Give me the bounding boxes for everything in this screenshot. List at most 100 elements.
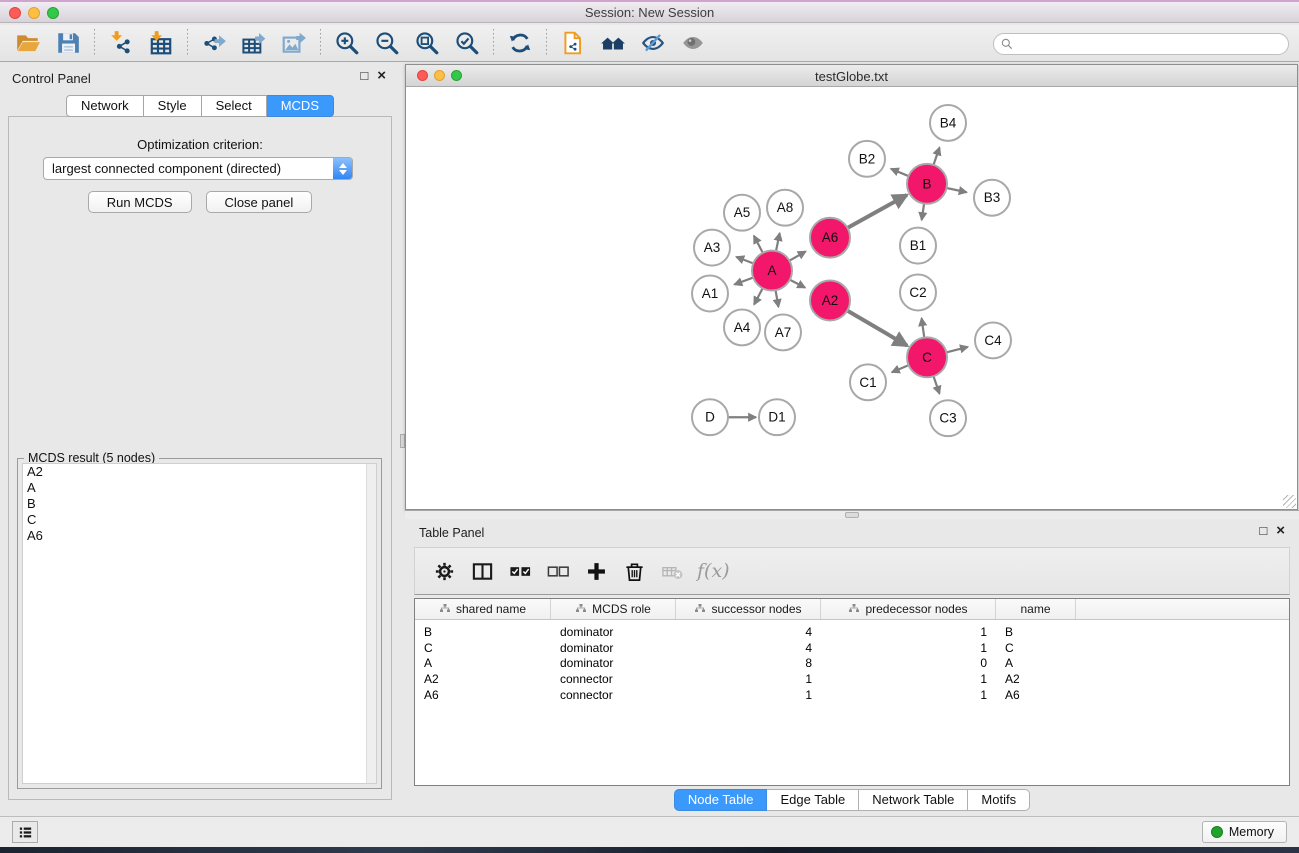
graph-node-D[interactable]: D bbox=[692, 399, 728, 435]
graph-node-D1[interactable]: D1 bbox=[759, 399, 795, 435]
function-builder-button[interactable]: f(x) bbox=[697, 560, 730, 582]
network-canvas[interactable]: B4 B2 B B3 B1 A5A8A6 A3 A A1 C2 A2 A4A7 C4 C C1 C3 D D1 bbox=[406, 88, 1297, 509]
table-row[interactable]: Bdominator41B bbox=[415, 624, 1289, 640]
graph-node-C3[interactable]: C3 bbox=[930, 400, 966, 436]
table-cell[interactable]: connector bbox=[551, 688, 676, 702]
tab-edge-table[interactable]: Edge Table bbox=[767, 789, 859, 811]
graph-node-C[interactable]: C bbox=[907, 337, 947, 377]
column-header-successor-nodes[interactable]: successor nodes bbox=[676, 599, 821, 619]
close-panel-icon[interactable]: × bbox=[1276, 524, 1285, 538]
split-columns-button[interactable] bbox=[463, 553, 501, 589]
save-session-button[interactable] bbox=[48, 27, 88, 59]
close-panel-button[interactable]: Close panel bbox=[206, 191, 313, 213]
table-cell[interactable]: 1 bbox=[676, 688, 821, 702]
table-cell[interactable]: 1 bbox=[821, 672, 996, 686]
table-cell[interactable]: A bbox=[415, 656, 551, 670]
graph-node-C4[interactable]: C4 bbox=[975, 322, 1011, 358]
import-table-button[interactable] bbox=[141, 27, 181, 59]
table-cell[interactable]: A bbox=[996, 656, 1076, 670]
tab-mcds[interactable]: MCDS bbox=[267, 95, 334, 117]
gear-button[interactable] bbox=[425, 553, 463, 589]
column-header-MCDS-role[interactable]: MCDS role bbox=[551, 599, 676, 619]
table-row[interactable]: Cdominator41C bbox=[415, 640, 1289, 656]
graph-node-B1[interactable]: B1 bbox=[900, 228, 936, 264]
hide-details-button[interactable] bbox=[633, 27, 673, 59]
table-cell[interactable]: dominator bbox=[551, 656, 676, 670]
graph-node-B4[interactable]: B4 bbox=[930, 105, 966, 141]
table-cell[interactable]: 4 bbox=[676, 641, 821, 655]
network-file-button[interactable] bbox=[553, 27, 593, 59]
tab-motifs[interactable]: Motifs bbox=[968, 789, 1030, 811]
table-cell[interactable]: 1 bbox=[676, 672, 821, 686]
table-cell[interactable]: C bbox=[996, 641, 1076, 655]
export-network-button[interactable] bbox=[194, 27, 234, 59]
graph-node-A1[interactable]: A1 bbox=[692, 276, 728, 312]
import-network-button[interactable] bbox=[101, 27, 141, 59]
table-split-divider[interactable] bbox=[405, 510, 1299, 519]
tab-network[interactable]: Network bbox=[66, 95, 144, 117]
graph-node-B3[interactable]: B3 bbox=[974, 180, 1010, 216]
tab-select[interactable]: Select bbox=[202, 95, 267, 117]
table-row[interactable]: Adominator80A bbox=[415, 656, 1289, 672]
tab-style[interactable]: Style bbox=[144, 95, 202, 117]
graph-node-A3[interactable]: A3 bbox=[694, 230, 730, 266]
add-column-button[interactable] bbox=[577, 553, 615, 589]
table-cell[interactable]: 8 bbox=[676, 656, 821, 670]
table-cell[interactable]: A6 bbox=[415, 688, 551, 702]
graph-node-A8[interactable]: A8 bbox=[767, 190, 803, 226]
home-button[interactable] bbox=[593, 27, 633, 59]
table-cell[interactable]: 1 bbox=[821, 641, 996, 655]
table-cell[interactable]: 4 bbox=[676, 625, 821, 639]
table-cell[interactable]: 1 bbox=[821, 688, 996, 702]
float-panel-icon[interactable]: □ bbox=[360, 69, 368, 83]
graph-node-C2[interactable]: C2 bbox=[900, 275, 936, 311]
show-details-button[interactable] bbox=[673, 27, 713, 59]
uncheck-all-button[interactable] bbox=[539, 553, 577, 589]
export-table-button[interactable] bbox=[234, 27, 274, 59]
table-cell[interactable]: B bbox=[996, 625, 1076, 639]
table-cell[interactable]: B bbox=[415, 625, 551, 639]
graph-node-A[interactable]: A bbox=[752, 251, 792, 291]
divider-grip-icon[interactable] bbox=[845, 512, 859, 518]
table-cell[interactable]: A6 bbox=[996, 688, 1076, 702]
zoom-out-button[interactable] bbox=[367, 27, 407, 59]
run-mcds-button[interactable]: Run MCDS bbox=[88, 191, 192, 213]
network-graph[interactable]: B4 B2 B B3 B1 A5A8A6 A3 A A1 C2 A2 A4A7 C4 C C1 C3 D D1 bbox=[406, 88, 1297, 509]
graph-node-A2[interactable]: A2 bbox=[810, 281, 850, 321]
zoom-fit-button[interactable] bbox=[407, 27, 447, 59]
table-cell[interactable]: dominator bbox=[551, 641, 676, 655]
table-cell[interactable]: connector bbox=[551, 672, 676, 686]
zoom-selected-button[interactable] bbox=[447, 27, 487, 59]
graph-node-A6[interactable]: A6 bbox=[810, 218, 850, 258]
close-panel-icon[interactable]: × bbox=[377, 69, 386, 83]
table-row[interactable]: A2connector11A2 bbox=[415, 671, 1289, 687]
export-image-button[interactable] bbox=[274, 27, 314, 59]
graph-node-A4[interactable]: A4 bbox=[724, 309, 760, 345]
trash-button[interactable] bbox=[615, 553, 653, 589]
open-session-button[interactable] bbox=[8, 27, 48, 59]
graph-node-A5[interactable]: A5 bbox=[724, 195, 760, 231]
column-header-predecessor-nodes[interactable]: predecessor nodes bbox=[821, 599, 996, 619]
column-header-shared-name[interactable]: shared name bbox=[415, 599, 551, 619]
table-cell[interactable]: dominator bbox=[551, 625, 676, 639]
window-resize-grip[interactable] bbox=[1283, 495, 1296, 508]
table-cell[interactable]: A2 bbox=[415, 672, 551, 686]
float-panel-icon[interactable]: □ bbox=[1259, 524, 1267, 538]
refresh-button[interactable] bbox=[500, 27, 540, 59]
table-cell[interactable]: A2 bbox=[996, 672, 1076, 686]
check-all-button[interactable] bbox=[501, 553, 539, 589]
column-header-name[interactable]: name bbox=[996, 599, 1076, 619]
table-cell[interactable]: 1 bbox=[821, 625, 996, 639]
table-row[interactable]: A6connector11A6 bbox=[415, 687, 1289, 703]
graph-node-A7[interactable]: A7 bbox=[765, 314, 801, 350]
tab-node-table[interactable]: Node Table bbox=[674, 789, 768, 811]
search-box[interactable] bbox=[993, 33, 1289, 55]
graph-node-B2[interactable]: B2 bbox=[849, 141, 885, 177]
search-input[interactable] bbox=[1018, 37, 1282, 51]
task-history-button[interactable] bbox=[12, 821, 38, 843]
table-cell[interactable]: 0 bbox=[821, 656, 996, 670]
graph-node-C1[interactable]: C1 bbox=[850, 364, 886, 400]
delete-table-button[interactable] bbox=[653, 553, 691, 589]
zoom-in-button[interactable] bbox=[327, 27, 367, 59]
graph-node-B[interactable]: B bbox=[907, 164, 947, 204]
